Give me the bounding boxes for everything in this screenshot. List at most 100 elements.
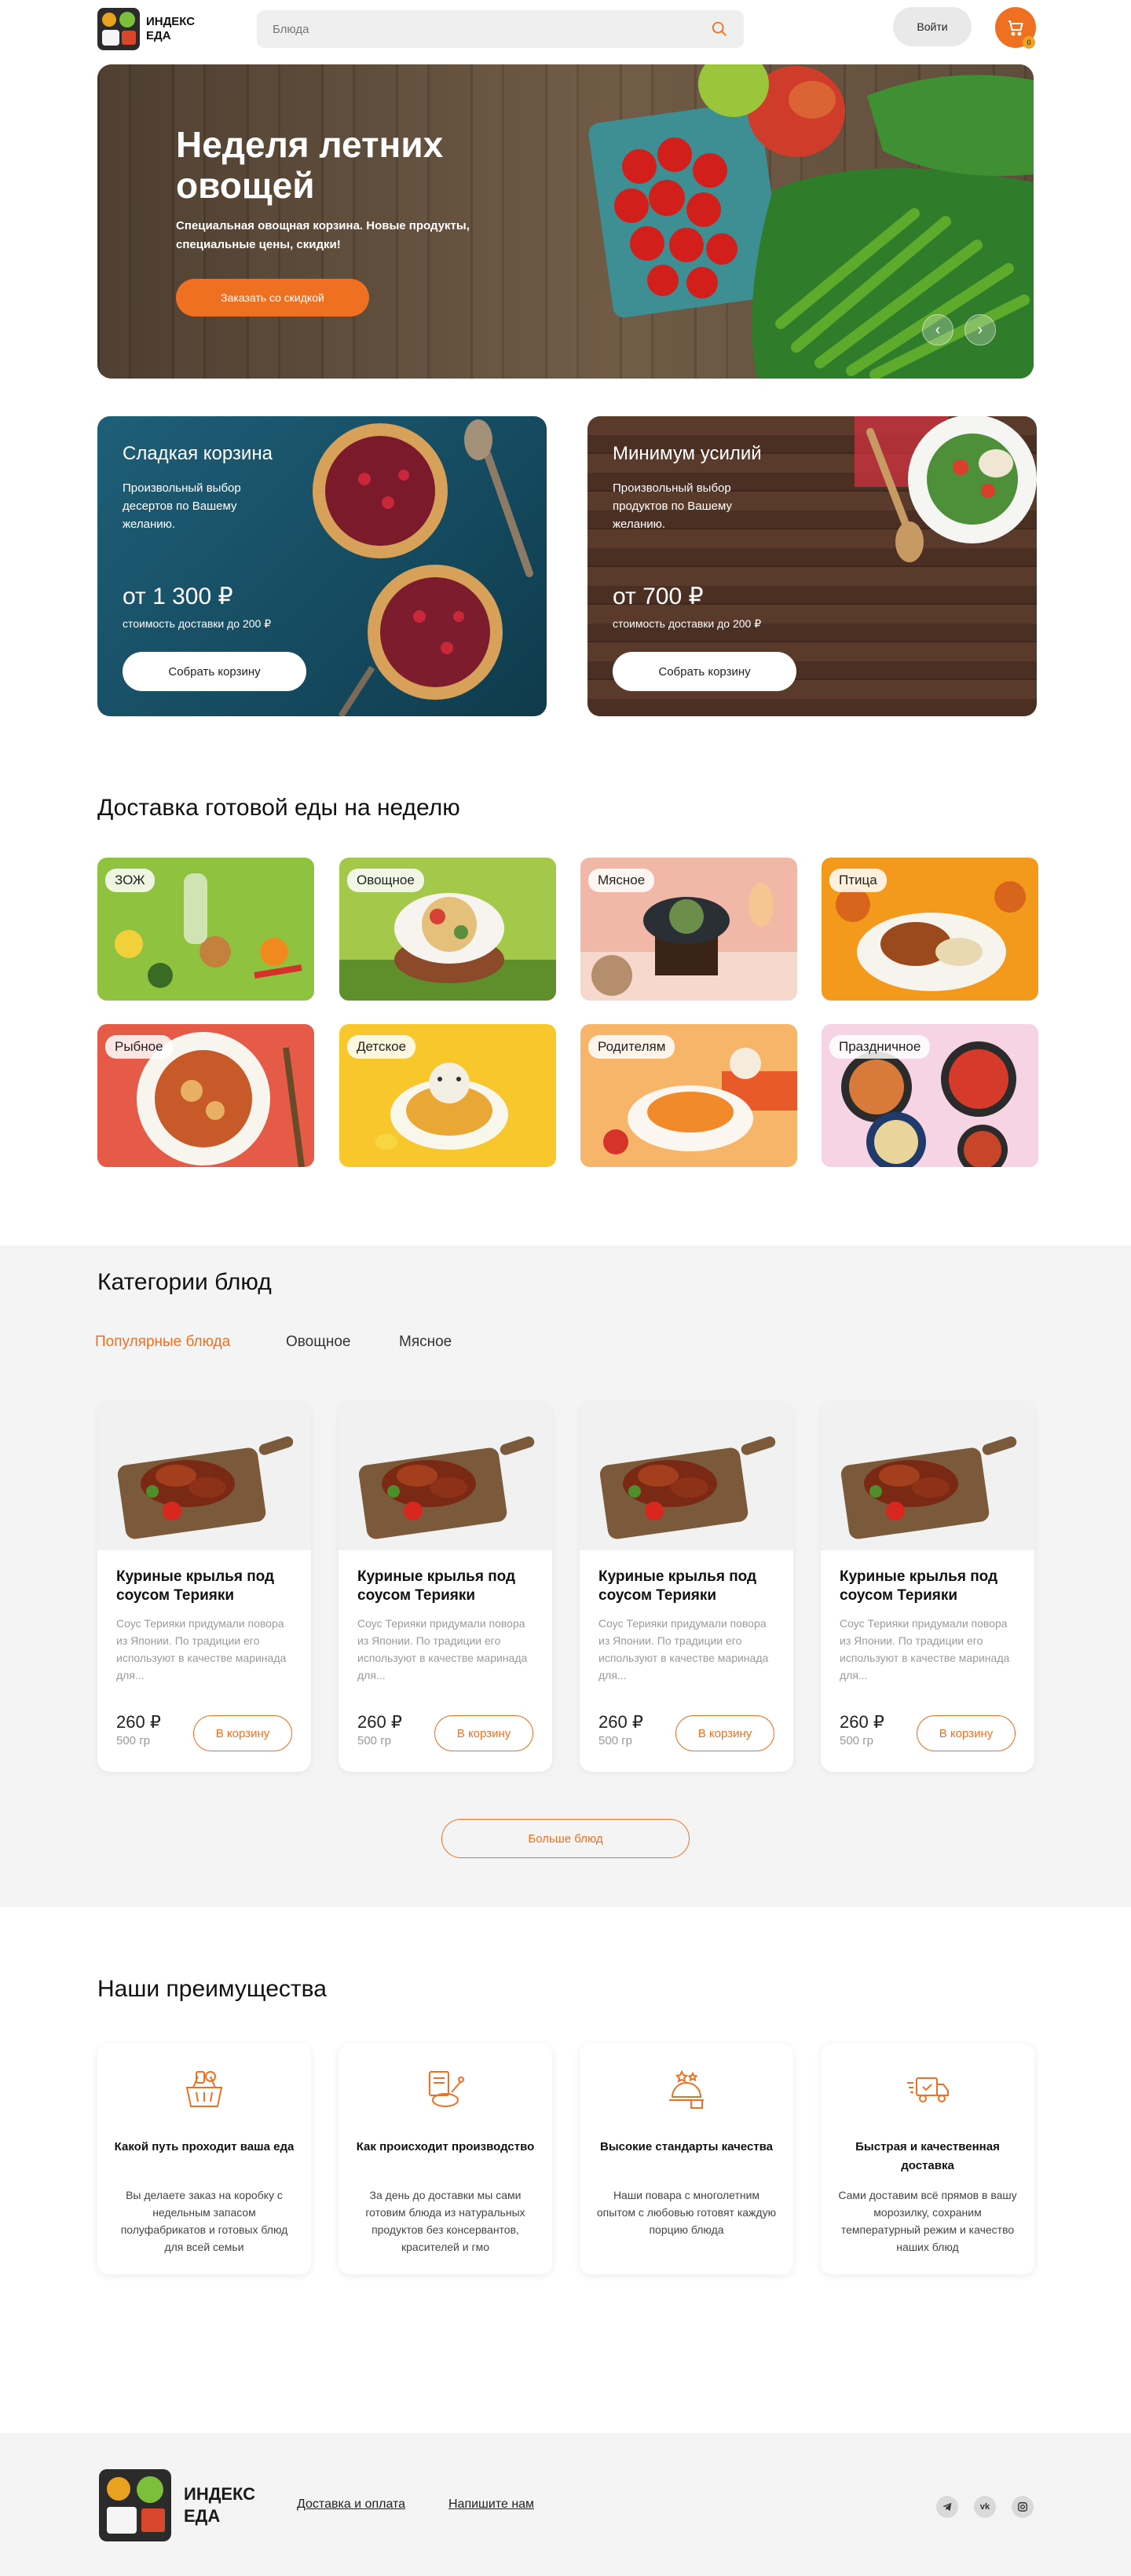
tile-parents[interactable]: Родителям <box>580 1024 797 1167</box>
dish-weight: 500 гр <box>357 1734 392 1747</box>
dish-weight: 500 гр <box>598 1734 633 1747</box>
footer-logo-text: ИНДЕКС ЕДА <box>184 2484 256 2526</box>
instagram-icon[interactable] <box>1012 2496 1034 2518</box>
dish-description: Соус Терияки придумали повора из Японии.… <box>598 1617 769 1681</box>
advantage-title: Какой путь проходит ваша еда <box>114 2140 295 2153</box>
cart-count-badge: 0 <box>1023 36 1035 49</box>
tile-kids[interactable]: Детское <box>339 1024 556 1167</box>
tarts-illustration <box>313 419 533 716</box>
add-to-cart-button[interactable]: В корзину <box>675 1715 774 1751</box>
more-dishes-button[interactable]: Больше блюд <box>441 1819 690 1858</box>
dish-price: 260 ₽ <box>116 1712 161 1732</box>
salad-illustration <box>855 416 1037 562</box>
hero-prev-arrow-icon[interactable]: ‹ <box>922 314 953 346</box>
dish-description: Соус Терияки придумали повора из Японии.… <box>116 1617 287 1681</box>
promo-build-basket-button[interactable]: Собрать корзину <box>123 652 306 691</box>
tile-label: Мясное <box>588 869 655 892</box>
promo-description: Произвольный выбор продуктов по Вашему ж… <box>613 481 732 531</box>
dish-weight: 500 гр <box>840 1734 874 1747</box>
cooking-icon <box>429 2071 464 2107</box>
dish-card[interactable]: Куриные крылья под соусом Терияки Соус Т… <box>339 1401 552 1772</box>
dish-name: Куриные крылья под соусом Терияки <box>840 1568 998 1604</box>
dish-price: 260 ₽ <box>598 1712 643 1732</box>
promo-description: Произвольный выбор десертов по Вашему же… <box>123 481 241 531</box>
advantage-card: Какой путь проходит ваша еда Вы делаете … <box>97 2044 311 2274</box>
dish-name: Куриные крылья под соусом Терияки <box>357 1568 516 1604</box>
add-to-cart-button[interactable]: В корзину <box>434 1715 533 1751</box>
advantage-title: Быстрая и качественная доставка <box>855 2140 1000 2172</box>
add-to-cart-button[interactable]: В корзину <box>193 1715 292 1751</box>
dish-image <box>580 1401 793 1550</box>
tile-label: Птица <box>829 869 887 892</box>
dish-price: 260 ₽ <box>357 1712 402 1732</box>
header-logo[interactable]: ИНДЕКС ЕДА <box>97 8 201 50</box>
footer: ИНДЕКС ЕДА Доставка и оплата Напишите на… <box>0 2433 1131 2576</box>
hero-next-arrow-icon[interactable]: › <box>964 314 996 346</box>
advantage-card: Быстрая и качественная доставка Сами дос… <box>821 2044 1034 2274</box>
dish-name: Куриные крылья под соусом Терияки <box>598 1568 757 1604</box>
weekly-section-title: Доставка готовой еды на неделю <box>97 795 460 821</box>
hero-order-button[interactable]: Заказать со скидкой <box>176 279 369 317</box>
advantage-title: Высокие стандарты качества <box>599 2140 773 2153</box>
tile-label: Праздничное <box>829 1035 931 1059</box>
footer-logo[interactable]: ИНДЕКС ЕДА <box>99 2469 270 2541</box>
promo-card-sweet[interactable]: Сладкая корзина Произвольный выбор десер… <box>97 416 547 716</box>
add-to-cart-button[interactable]: В корзину <box>917 1715 1016 1751</box>
tab-meat[interactable]: Мясное <box>399 1334 452 1351</box>
tile-holiday[interactable]: Праздничное <box>822 1024 1038 1167</box>
promo-card-minimal[interactable]: Минимум усилий Произвольный выбор продук… <box>587 416 1037 716</box>
tile-poultry[interactable]: Птица <box>822 858 1038 1001</box>
tile-label: Рыбное <box>105 1035 173 1059</box>
tile-vegetable[interactable]: Овощное <box>339 858 556 1001</box>
footer-link-delivery[interactable]: Доставка и оплата <box>297 2497 405 2512</box>
tile-label: Овощное <box>347 869 424 892</box>
dish-card[interactable]: Куриные крылья под соусом Терияки Соус Т… <box>580 1401 793 1772</box>
promo-delivery-note: стоимость доставки до 200 ₽ <box>123 617 272 630</box>
promo-title: Сладкая корзина <box>123 443 273 464</box>
promo-price: от 700 ₽ <box>613 584 704 609</box>
tile-label: Родителям <box>588 1035 675 1059</box>
search-placeholder: Блюда <box>273 22 309 36</box>
promo-price: от 1 300 ₽ <box>123 584 233 609</box>
food-basket-icon <box>185 2071 223 2107</box>
tile-label: ЗОЖ <box>105 869 155 892</box>
hero-title: Неделя летних овощей <box>176 124 444 206</box>
footer-link-contact[interactable]: Напишите нам <box>448 2497 534 2512</box>
dish-card[interactable]: Куриные крылья под соусом Терияки Соус Т… <box>821 1401 1034 1772</box>
dish-card[interactable]: Куриные крылья под соусом Терияки Соус Т… <box>97 1401 311 1772</box>
advantage-text: Сами доставим всё прямов в вашу морозилк… <box>838 2189 1017 2253</box>
dish-description: Соус Терияки придумали повора из Японии.… <box>840 1617 1010 1681</box>
tile-meat[interactable]: Мясное <box>580 858 797 1001</box>
tile-zozh[interactable]: ЗОЖ <box>97 858 314 1001</box>
login-button[interactable]: Войти <box>893 7 972 46</box>
vegetables-illustration <box>588 64 1034 379</box>
advantage-text: Вы делаете заказ на коробку с недельным … <box>120 2189 288 2253</box>
search-icon[interactable] <box>711 20 728 38</box>
telegram-icon[interactable] <box>936 2496 958 2518</box>
logo-text: ИНДЕКС ЕДА <box>146 15 196 42</box>
cart-icon <box>1008 20 1023 36</box>
dish-name: Куриные крылья под соусом Терияки <box>116 1568 275 1604</box>
advantage-card: Как происходит производство За день до д… <box>339 2044 552 2274</box>
dish-weight: 500 гр <box>116 1734 151 1747</box>
tab-popular[interactable]: Популярные блюда <box>95 1334 230 1351</box>
tab-vegetable[interactable]: Овощное <box>286 1334 351 1351</box>
vk-icon[interactable]: vk <box>974 2496 996 2518</box>
promo-delivery-note: стоимость доставки до 200 ₽ <box>613 617 762 630</box>
search-input[interactable]: Блюда <box>257 10 744 48</box>
hero-banner: Неделя летних овощей Специальная овощная… <box>97 64 1034 379</box>
advantage-text: Наши повара с многолетним опытом с любов… <box>596 2189 777 2236</box>
categories-section-title: Категории блюд <box>97 1269 272 1295</box>
dish-image <box>821 1401 1034 1550</box>
advantage-card: Высокие стандарты качества Наши повара с… <box>580 2044 793 2274</box>
logo-bento-icon <box>97 8 140 50</box>
tile-fish[interactable]: Рыбное <box>97 1024 314 1167</box>
dish-price: 260 ₽ <box>840 1712 884 1732</box>
hero-subtitle: Специальная овощная корзина. Новые проду… <box>176 219 470 251</box>
advantage-text: За день до доставки мы сами готовим блюд… <box>365 2189 525 2253</box>
dish-image <box>97 1401 311 1550</box>
promo-build-basket-button[interactable]: Собрать корзину <box>613 652 796 691</box>
advantage-title: Как происходит производство <box>356 2140 535 2153</box>
tile-label: Детское <box>347 1035 416 1059</box>
logo-bento-icon <box>99 2469 171 2541</box>
